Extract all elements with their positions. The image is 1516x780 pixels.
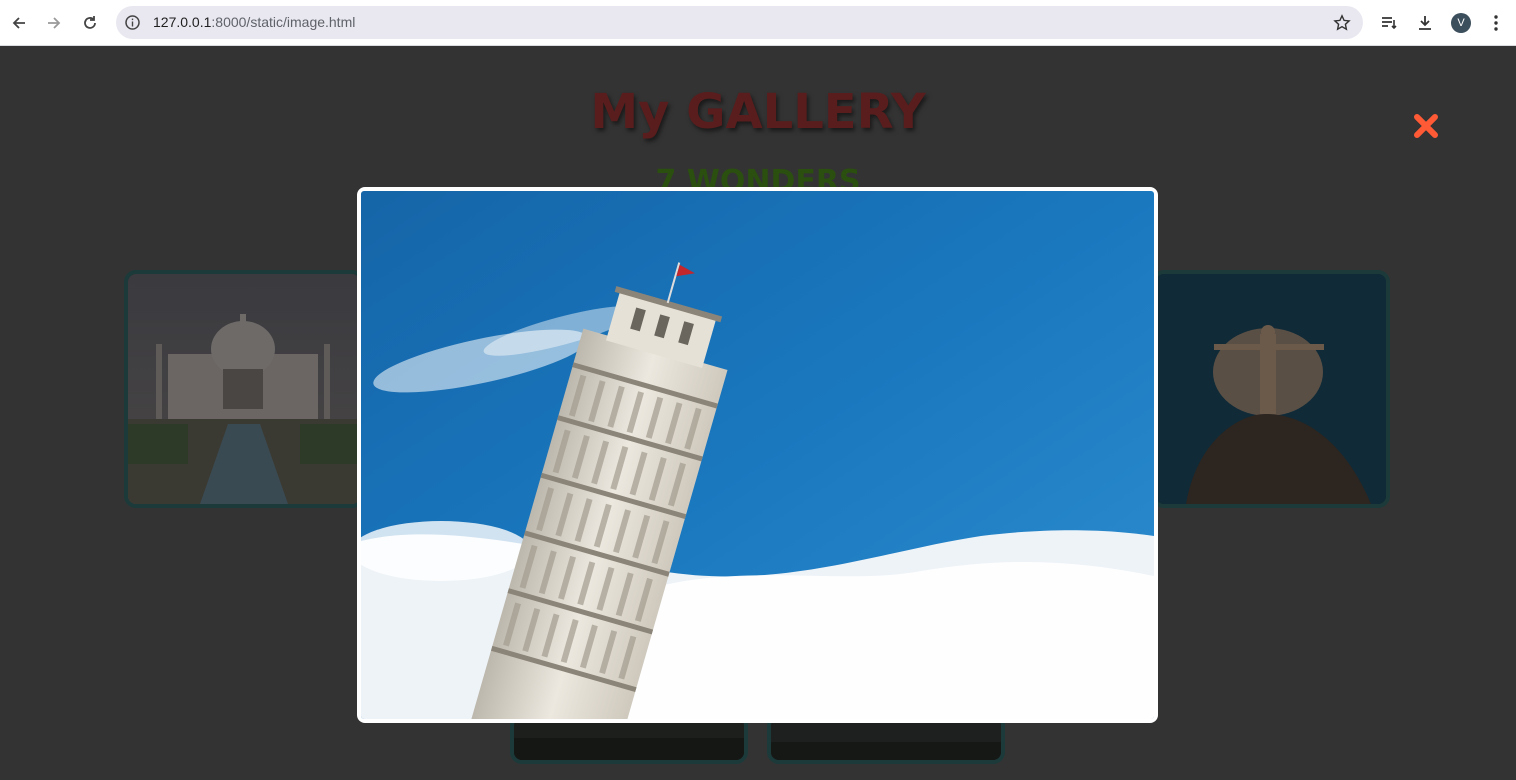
leaning-tower-of-pisa-image (361, 191, 1154, 719)
browser-toolbar: 127.0.0.1:8000/static/image.html V (0, 0, 1516, 46)
url-path: :8000/static/image.html (211, 14, 356, 30)
avatar[interactable]: V (1451, 13, 1471, 33)
christ-the-redeemer-image (1156, 274, 1386, 504)
forward-icon[interactable] (42, 11, 66, 35)
star-icon[interactable] (1333, 14, 1351, 32)
address-bar[interactable]: 127.0.0.1:8000/static/image.html (116, 6, 1363, 39)
info-icon[interactable] (124, 14, 141, 31)
bottom-left-image (514, 718, 744, 760)
tab-search-icon[interactable] (1378, 12, 1400, 34)
back-icon[interactable] (7, 11, 31, 35)
page-title: My GALLERY (590, 84, 926, 140)
reload-icon[interactable] (78, 11, 102, 35)
thumbnail-taj-mahal[interactable] (124, 270, 364, 508)
thumbnail-christ-the-redeemer[interactable] (1152, 270, 1390, 508)
bottom-right-image (771, 718, 1001, 760)
taj-mahal-image (128, 274, 360, 504)
url-text[interactable]: 127.0.0.1:8000/static/image.html (153, 14, 355, 30)
close-icon[interactable] (1411, 111, 1441, 141)
url-host: 127.0.0.1 (153, 14, 212, 30)
gallery-page: My GALLERY 7 WONDERS (0, 46, 1516, 780)
download-icon[interactable] (1414, 12, 1436, 34)
lightbox (357, 187, 1158, 723)
menu-icon[interactable] (1485, 12, 1507, 34)
